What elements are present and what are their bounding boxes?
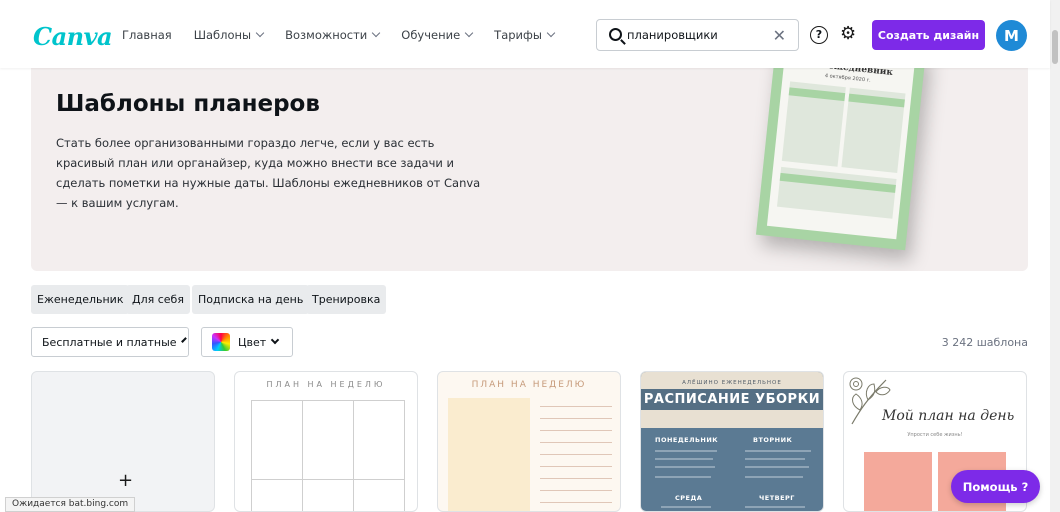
- template-grid-cell: [251, 479, 303, 511]
- nav-templates[interactable]: Шаблоны: [193, 28, 265, 42]
- template-text-line: [655, 476, 711, 478]
- template-grid-cell: [251, 400, 303, 480]
- planner-preview-page: мой ежедневник 4 октября 2020 г.: [766, 63, 916, 240]
- chevron-down-icon: [372, 28, 381, 38]
- template-line: [540, 502, 612, 503]
- color-swatch-icon: [212, 333, 230, 351]
- chevron-down-icon: [464, 28, 474, 38]
- template-line: [540, 406, 612, 407]
- gear-icon[interactable]: ⚙: [840, 24, 856, 44]
- template-line: [540, 478, 612, 479]
- nav-pricing-label: Тарифы: [494, 28, 542, 42]
- template-text-line: [745, 466, 809, 468]
- template-grid-cell: [353, 400, 405, 480]
- template-text-line: [661, 506, 711, 508]
- template-card-weekly-plan-beige[interactable]: ПЛАН НА НЕДЕЛЮ: [437, 371, 621, 512]
- template-card-cleaning-schedule[interactable]: АЛЁШИНО ЕЖЕНЕДЕЛЬНОЕ РАСПИСАНИЕ УБОРКИ П…: [640, 371, 824, 512]
- template-line: [540, 430, 612, 431]
- template-text-line: [745, 506, 805, 508]
- nav-home[interactable]: Главная: [122, 28, 172, 42]
- template-grid-cell: [353, 479, 405, 511]
- hero-description: Стать более организованными гораздо легч…: [56, 136, 481, 210]
- template-title: ПЛАН НА НЕДЕЛЮ: [266, 380, 386, 389]
- template-day-label: СРЕДА: [675, 494, 703, 502]
- chevron-down-icon: [270, 335, 280, 345]
- nav-features-label: Возможности: [285, 28, 368, 42]
- nav-learn[interactable]: Обучение: [401, 28, 474, 42]
- color-filter-dropdown[interactable]: Цвет: [201, 327, 293, 357]
- nav-learn-label: Обучение: [401, 28, 461, 42]
- template-text-line: [655, 458, 713, 460]
- search-icon: [609, 28, 622, 41]
- template-text-line: [655, 450, 717, 452]
- nav-features[interactable]: Возможности: [285, 28, 381, 42]
- create-design-button[interactable]: Создать дизайн: [872, 20, 985, 50]
- scrollbar-thumb[interactable]: [1052, 30, 1058, 64]
- template-card-weekly-plan-grid[interactable]: ПЛАН НА НЕДЕЛЮ: [234, 371, 418, 512]
- plus-icon: +: [118, 470, 134, 491]
- template-title: ПЛАН НА НЕДЕЛЮ: [471, 380, 587, 390]
- template-line: [540, 442, 612, 443]
- template-count: 3 242 шаблона: [941, 336, 1028, 349]
- template-grid-cell: [302, 479, 354, 511]
- search-value: планировщики: [627, 28, 718, 42]
- chip-for-self[interactable]: Для себя: [126, 285, 190, 314]
- template-day-label: ПОНЕДЕЛЬНИК: [655, 436, 719, 444]
- page-scrollbar[interactable]: [1050, 0, 1060, 512]
- template-subtitle: АЛЁШИНО ЕЖЕНЕДЕЛЬНОЕ: [682, 380, 782, 386]
- nav-home-label: Главная: [122, 28, 172, 42]
- help-button[interactable]: Помощь ?: [951, 470, 1040, 503]
- template-title: Мой план на день: [882, 408, 1015, 424]
- chevron-down-icon: [180, 337, 187, 343]
- template-column: [448, 398, 530, 511]
- planner-preview-image: мой ежедневник 4 октября 2020 г.: [755, 63, 927, 251]
- template-day-label: ЧЕТВЕРГ: [759, 494, 795, 502]
- avatar[interactable]: M: [996, 20, 1027, 51]
- question-icon[interactable]: ?: [810, 26, 828, 44]
- chevron-down-icon: [255, 28, 265, 38]
- template-line: [540, 418, 612, 419]
- chevron-down-icon: [546, 28, 556, 38]
- template-text-line: [655, 466, 715, 468]
- template-line: [540, 490, 612, 491]
- blank-design-card[interactable]: +: [31, 371, 215, 512]
- template-line: [540, 466, 612, 467]
- template-text-line: [745, 476, 803, 478]
- template-line: [540, 454, 612, 455]
- canva-logo[interactable]: Canva: [33, 22, 113, 51]
- color-filter-label: Цвет: [238, 335, 267, 349]
- price-filter-dropdown[interactable]: Бесплатные и платные: [31, 327, 189, 357]
- template-text-line: [745, 450, 811, 452]
- template-subtitle: Упрости себе жизнь!: [907, 432, 963, 438]
- chip-weekly[interactable]: Еженедельник: [31, 285, 130, 314]
- search-input[interactable]: планировщики ✕: [596, 19, 799, 51]
- page-title: Шаблоны планеров: [56, 91, 320, 117]
- main-nav: Главная Шаблоны Возможности Обучение Тар…: [122, 28, 576, 42]
- price-filter-label: Бесплатные и платные: [42, 335, 177, 349]
- close-icon[interactable]: ✕: [773, 26, 786, 45]
- template-grid-cell: [302, 400, 354, 480]
- chip-workout[interactable]: Тренировка: [306, 285, 387, 314]
- template-day-label: ВТОРНИК: [753, 436, 793, 444]
- nav-templates-label: Шаблоны: [193, 28, 252, 42]
- template-title: РАСПИСАНИЕ УБОРКИ: [641, 389, 823, 410]
- browser-status-bar: Ожидается bat.bing.com: [5, 497, 136, 512]
- template-text-line: [745, 458, 805, 460]
- template-block: [864, 452, 932, 511]
- hero-banner: Шаблоны планеров Стать более организован…: [31, 63, 1028, 271]
- top-navigation: Canva Главная Шаблоны Возможности Обучен…: [0, 0, 1050, 68]
- nav-pricing[interactable]: Тарифы: [494, 28, 556, 42]
- chip-daily[interactable]: Подписка на день: [192, 285, 310, 314]
